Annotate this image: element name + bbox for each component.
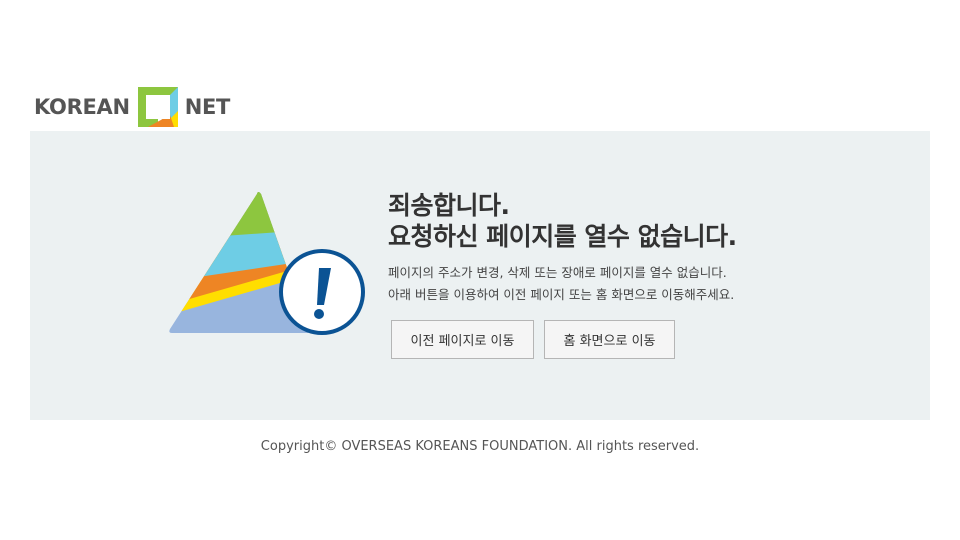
error-page: KOREAN NET 죄송합니다. 요청하신 페이지를 열수 없습니다. 페이지… bbox=[0, 0, 960, 540]
site-logo[interactable]: KOREAN NET bbox=[34, 86, 230, 128]
error-description-line1: 페이지의 주소가 변경, 삭제 또는 장애로 페이지를 열수 없습니다. bbox=[388, 265, 727, 280]
error-description: 페이지의 주소가 변경, 삭제 또는 장애로 페이지를 열수 없습니다. 아래 … bbox=[388, 262, 908, 306]
error-message: 죄송합니다. 요청하신 페이지를 열수 없습니다. 페이지의 주소가 변경, 삭… bbox=[388, 190, 908, 306]
error-title: 죄송합니다. 요청하신 페이지를 열수 없습니다. bbox=[388, 190, 908, 252]
go-home-button[interactable]: 홈 화면으로 이동 bbox=[544, 320, 675, 359]
logo-mark-icon bbox=[137, 87, 178, 127]
exclamation-badge-icon bbox=[279, 249, 365, 335]
error-description-line2: 아래 버튼을 이용하여 이전 페이지 또는 홈 화면으로 이동해주세요. bbox=[388, 287, 735, 302]
exclamation-triangle-illustration bbox=[169, 192, 365, 335]
logo-text-net: NET bbox=[184, 95, 231, 119]
copyright-footer: Copyright© OVERSEAS KOREANS FOUNDATION. … bbox=[260, 439, 700, 454]
logo-text-korean: KOREAN bbox=[34, 95, 130, 119]
error-title-line2: 요청하신 페이지를 열수 없습니다. bbox=[388, 222, 737, 251]
action-buttons: 이전 페이지로 이동 홈 화면으로 이동 bbox=[391, 320, 675, 359]
go-back-button[interactable]: 이전 페이지로 이동 bbox=[391, 320, 534, 359]
error-title-line1: 죄송합니다. bbox=[388, 191, 510, 220]
